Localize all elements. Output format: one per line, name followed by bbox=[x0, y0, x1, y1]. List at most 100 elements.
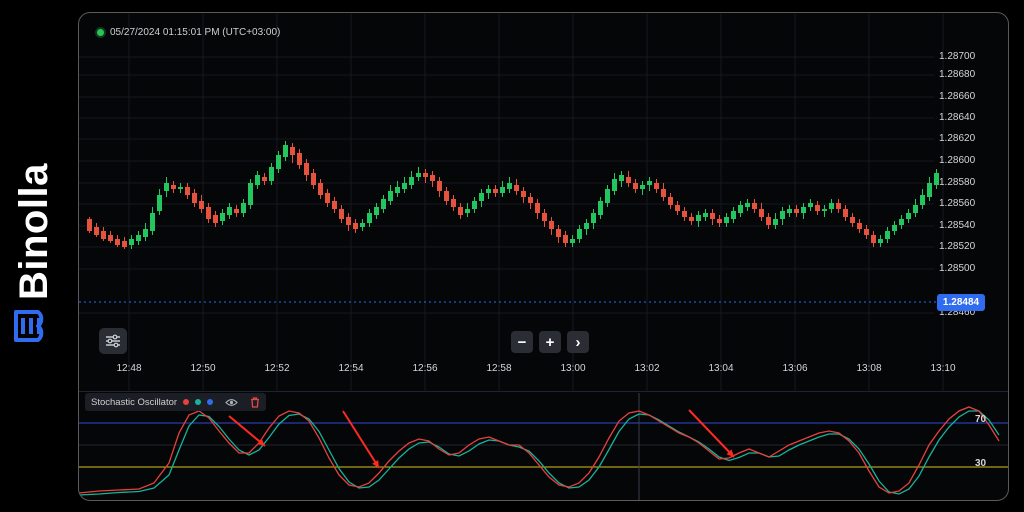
visibility-eye-icon[interactable] bbox=[225, 398, 238, 407]
candle-body bbox=[738, 205, 743, 213]
brand-sidebar: Binolla bbox=[0, 0, 78, 512]
candle-body bbox=[822, 209, 827, 211]
candle-body bbox=[241, 203, 246, 213]
candle-body bbox=[927, 183, 932, 197]
candle-body bbox=[836, 203, 841, 209]
time-tick-label: 13:10 bbox=[930, 363, 956, 374]
zoom-out-button[interactable]: − bbox=[511, 331, 533, 353]
candle-body bbox=[220, 213, 225, 221]
sliders-icon bbox=[106, 334, 120, 348]
candle-body bbox=[388, 191, 393, 201]
candle-body bbox=[850, 217, 855, 223]
zoom-in-button[interactable]: + bbox=[539, 331, 561, 353]
candle-body bbox=[227, 207, 232, 215]
candle-body bbox=[675, 205, 680, 211]
candle-body bbox=[843, 209, 848, 217]
candle-body bbox=[570, 239, 575, 243]
candle-body bbox=[402, 183, 407, 189]
candle-body bbox=[409, 177, 414, 185]
candle-body bbox=[892, 225, 897, 231]
candle-body bbox=[794, 209, 799, 213]
candle-body bbox=[178, 187, 183, 189]
candle-body bbox=[339, 209, 344, 219]
candle-body bbox=[255, 175, 260, 185]
candle-body bbox=[213, 215, 218, 223]
price-tick-label: 1.28540 bbox=[939, 220, 976, 231]
candle-body bbox=[164, 183, 169, 191]
timestamp-text: 05/27/2024 01:15:01 PM (UTC+03:00) bbox=[110, 27, 281, 38]
live-status-icon bbox=[97, 29, 104, 36]
delete-trash-icon[interactable] bbox=[250, 396, 260, 408]
series-color-dot[interactable] bbox=[207, 399, 214, 405]
time-tick-label: 12:48 bbox=[116, 363, 142, 374]
candle-body bbox=[528, 197, 533, 203]
series-color-dot[interactable] bbox=[183, 399, 190, 405]
candle-body bbox=[157, 195, 162, 211]
candle-body bbox=[360, 223, 365, 227]
annotation-arrow bbox=[342, 410, 380, 469]
candle-body bbox=[710, 213, 715, 219]
binolla-logo-icon bbox=[14, 310, 44, 342]
candle-body bbox=[689, 217, 694, 221]
candle-body bbox=[808, 203, 813, 207]
time-tick-label: 13:02 bbox=[634, 363, 660, 374]
candle-body bbox=[752, 203, 757, 209]
time-tick-label: 13:04 bbox=[708, 363, 734, 374]
candle-body bbox=[430, 175, 435, 181]
candle-body bbox=[766, 217, 771, 225]
candle-body bbox=[101, 231, 106, 239]
candle-body bbox=[584, 223, 589, 229]
candle-body bbox=[801, 207, 806, 213]
time-tick-label: 12:52 bbox=[264, 363, 290, 374]
chart-settings-button[interactable] bbox=[99, 328, 127, 354]
stoch-lower-level-label: 30 bbox=[975, 458, 987, 469]
candle-body bbox=[857, 223, 862, 229]
candle-body bbox=[717, 219, 722, 223]
candle-body bbox=[353, 223, 358, 229]
candle-body bbox=[759, 209, 764, 217]
candle-body bbox=[598, 201, 603, 215]
price-tick-label: 1.28680 bbox=[939, 69, 976, 80]
price-tick-label: 1.28640 bbox=[939, 112, 976, 123]
candle-body bbox=[864, 229, 869, 235]
candle-body bbox=[416, 173, 421, 177]
candle-body bbox=[367, 213, 372, 223]
candle-body bbox=[108, 235, 113, 241]
candle-body bbox=[276, 155, 281, 169]
candle-body bbox=[248, 183, 253, 205]
price-tick-label: 1.28600 bbox=[939, 155, 976, 166]
stoch-signal-line bbox=[79, 410, 1000, 496]
candle-body bbox=[395, 187, 400, 193]
candle-body bbox=[206, 207, 211, 219]
time-tick-label: 12:50 bbox=[190, 363, 216, 374]
candle-body bbox=[94, 227, 99, 235]
candle-body bbox=[654, 183, 659, 189]
candle-body bbox=[458, 207, 463, 215]
candle-body bbox=[171, 185, 176, 189]
candle-body bbox=[374, 207, 379, 215]
candle-body bbox=[311, 173, 316, 185]
candle-body bbox=[346, 217, 351, 225]
candle-body bbox=[444, 191, 449, 201]
time-tick-label: 13:00 bbox=[560, 363, 586, 374]
candle-body bbox=[871, 235, 876, 243]
candle-body bbox=[682, 211, 687, 217]
candle-body bbox=[633, 183, 638, 189]
candle-body bbox=[619, 175, 624, 181]
candle-body bbox=[437, 181, 442, 191]
candle-body bbox=[731, 211, 736, 219]
candle-body bbox=[381, 199, 386, 209]
candle-body bbox=[535, 203, 540, 213]
price-tick-label: 1.28520 bbox=[939, 241, 976, 252]
candle-body bbox=[332, 201, 337, 209]
candlestick-chart[interactable] bbox=[79, 13, 1008, 500]
scroll-forward-button[interactable]: › bbox=[567, 331, 589, 353]
candle-body bbox=[87, 219, 92, 231]
timestamp: 05/27/2024 01:15:01 PM (UTC+03:00) bbox=[97, 27, 280, 38]
candle-body bbox=[605, 189, 610, 203]
series-color-dot[interactable] bbox=[195, 399, 202, 405]
time-tick-label: 12:56 bbox=[412, 363, 438, 374]
candle-body bbox=[297, 153, 302, 165]
candle-body bbox=[514, 185, 519, 191]
candle-body bbox=[129, 239, 134, 245]
